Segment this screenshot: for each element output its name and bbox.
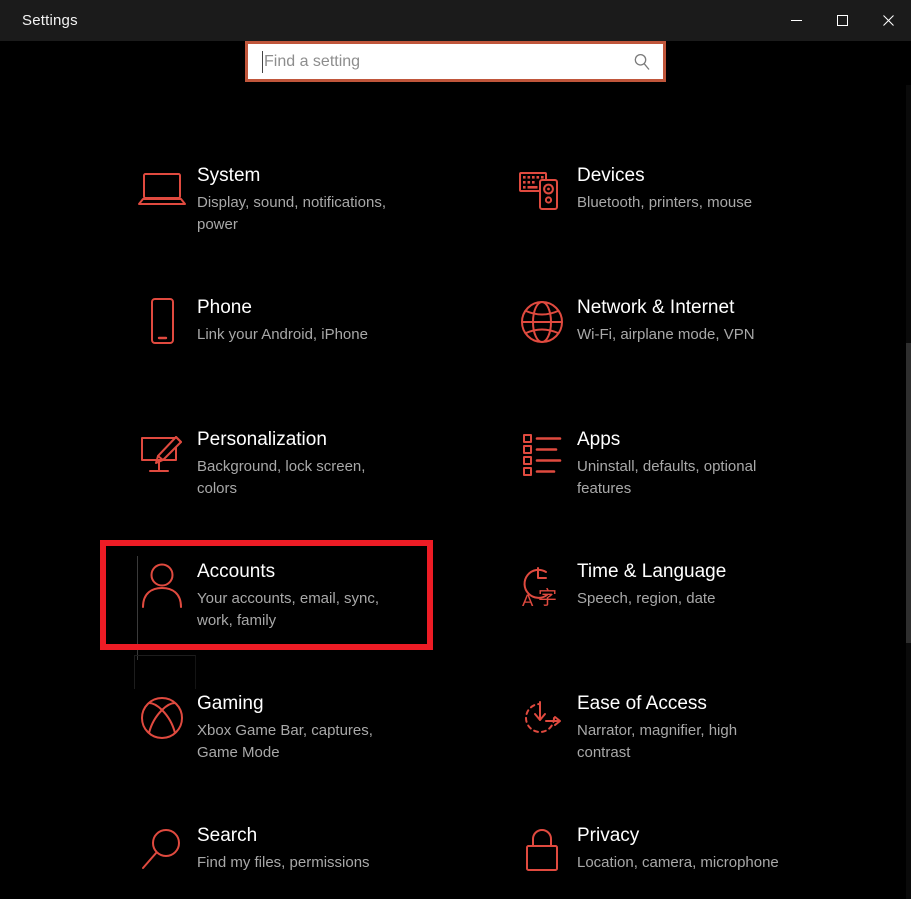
minimize-icon — [790, 20, 802, 21]
svg-text:A: A — [522, 591, 534, 610]
ease-of-access-icon — [507, 690, 577, 746]
tile-title: Apps — [577, 429, 621, 450]
close-icon — [882, 15, 894, 26]
tile-title: Search — [197, 825, 258, 846]
svg-text:字: 字 — [538, 587, 557, 609]
devices-icon — [507, 162, 577, 218]
globe-icon — [507, 294, 577, 350]
tile-text: Ease of Access Narrator, magnifier, high … — [577, 684, 787, 763]
tile-title: Privacy — [577, 825, 640, 846]
lock-icon — [507, 822, 577, 878]
magnifier-icon — [127, 822, 197, 878]
tile-description: Display, sound, notifications, power — [197, 193, 386, 233]
tile-title: Devices — [577, 165, 645, 186]
tile-text: Accounts Your accounts, email, sync, work… — [197, 552, 407, 631]
monitor-icon — [127, 162, 197, 218]
window-controls — [773, 0, 911, 41]
tile-description: Link your Android, iPhone — [197, 325, 368, 343]
search-icon[interactable] — [631, 51, 653, 73]
scrollbar-track[interactable] — [906, 85, 911, 899]
minimize-button[interactable] — [773, 0, 819, 41]
tile-description: Narrator, magnifier, high contrast — [577, 721, 738, 761]
tile-text: Personalization Background, lock screen, … — [197, 420, 407, 499]
tile-text: System Display, sound, notifications, pow… — [197, 156, 407, 235]
tile-title: Ease of Access — [577, 693, 707, 714]
settings-tile-personalization[interactable]: Personalization Background, lock screen, … — [113, 410, 453, 542]
tile-description: Your accounts, email, sync, work, family — [197, 589, 380, 629]
settings-tile-privacy[interactable]: Privacy Location, camera, microphone — [493, 806, 833, 899]
settings-tile-gaming[interactable]: Gaming Xbox Game Bar, captures, Game Mode — [113, 674, 453, 806]
settings-tile-network-internet[interactable]: Network & Internet Wi-Fi, airplane mode, … — [493, 278, 833, 410]
settings-tile-system[interactable]: System Display, sound, notifications, pow… — [113, 146, 453, 278]
tile-text: Search Find my files, permissions — [197, 816, 370, 874]
tile-focus-accent — [137, 556, 138, 660]
tile-text: Apps Uninstall, defaults, optional featur… — [577, 420, 787, 499]
paintbrush-icon — [127, 426, 197, 482]
tile-description: Location, camera, microphone — [577, 853, 779, 871]
tile-text: Phone Link your Android, iPhone — [197, 288, 368, 346]
settings-tile-apps[interactable]: Apps Uninstall, defaults, optional featur… — [493, 410, 833, 542]
settings-tile-phone[interactable]: Phone Link your Android, iPhone — [113, 278, 453, 410]
settings-tile-search[interactable]: Search Find my files, permissions — [113, 806, 453, 899]
search-box[interactable] — [245, 41, 666, 82]
settings-category-grid: System Display, sound, notifications, pow… — [113, 146, 853, 899]
tile-title: Time & Language — [577, 561, 727, 582]
settings-tile-accounts[interactable]: Accounts Your accounts, email, sync, work… — [113, 542, 453, 674]
clock-language-icon: A字 — [507, 558, 577, 614]
text-caret — [262, 50, 263, 73]
tile-text: Time & Language Speech, region, date — [577, 552, 726, 610]
tile-description: Wi-Fi, airplane mode, VPN — [577, 325, 755, 343]
tile-title: Network & Internet — [577, 297, 735, 318]
scrollbar-thumb[interactable] — [906, 343, 911, 643]
tile-description: Bluetooth, printers, mouse — [577, 193, 753, 211]
title-bar: Settings — [0, 0, 911, 41]
tile-text: Devices Bluetooth, printers, mouse — [577, 156, 752, 214]
maximize-button[interactable] — [819, 0, 865, 41]
tile-description: Xbox Game Bar, captures, Game Mode — [197, 721, 373, 761]
maximize-icon — [836, 15, 848, 26]
left-edge — [0, 41, 6, 899]
window-title: Settings — [22, 12, 78, 29]
tile-title: Personalization — [197, 429, 327, 450]
tile-text: Privacy Location, camera, microphone — [577, 816, 779, 874]
xbox-icon — [127, 690, 197, 746]
tile-title: System — [197, 165, 261, 186]
tile-text: Network & Internet Wi-Fi, airplane mode, … — [577, 288, 755, 346]
tile-description: Find my files, permissions — [197, 853, 370, 871]
phone-icon — [127, 294, 197, 350]
tile-title: Gaming — [197, 693, 264, 714]
tile-text: Gaming Xbox Game Bar, captures, Game Mode — [197, 684, 407, 763]
settings-tile-time-language[interactable]: A 字 Time & Language Speech, region, date — [493, 542, 833, 674]
settings-window: Settings Find a setting System Display, … — [0, 0, 911, 899]
search-input[interactable] — [264, 44, 631, 79]
tile-title: Phone — [197, 297, 252, 318]
tile-description: Background, lock screen, colors — [197, 457, 366, 497]
settings-tile-devices[interactable]: Devices Bluetooth, printers, mouse — [493, 146, 833, 278]
tile-description: Uninstall, defaults, optional features — [577, 457, 757, 497]
settings-tile-ease-of-access[interactable]: Ease of Access Narrator, magnifier, high … — [493, 674, 833, 806]
close-button[interactable] — [865, 0, 911, 41]
applist-icon — [507, 426, 577, 482]
tile-title: Accounts — [197, 561, 276, 582]
tile-description: Speech, region, date — [577, 589, 716, 607]
